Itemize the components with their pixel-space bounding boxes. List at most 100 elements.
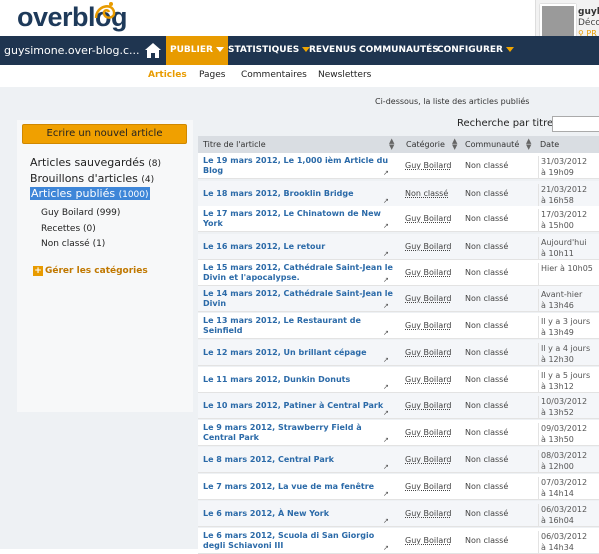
table-row[interactable]: Le 17 mars 2012, Le Chinatown de New Yor… <box>198 206 599 232</box>
article-date: 31/03/2012 à 19h09 <box>538 156 599 179</box>
article-title-link[interactable]: Le 19 mars 2012, Le 1,000 ièm Article du… <box>203 156 395 176</box>
table-row[interactable]: Le 9 mars 2012, Strawberry Field à Centr… <box>198 420 599 446</box>
table-row[interactable]: Le 8 mars 2012, Central Park ↗ Guy Boilard… <box>198 447 599 473</box>
sort-icon[interactable]: ▲ ▼ <box>452 138 457 151</box>
col-date[interactable]: Date <box>540 140 559 149</box>
table-row[interactable]: Le 15 mars 2012, Cathédrale Saint-Jean l… <box>198 260 599 286</box>
article-title-link[interactable]: Le 18 mars 2012, Brooklin Bridge <box>203 189 395 199</box>
tab-pages[interactable]: Pages <box>199 70 225 80</box>
article-title-link[interactable]: Le 6 mars 2012, Scuola di San Giorgio de… <box>203 531 395 551</box>
edit-marker-icon[interactable]: ↗ <box>383 329 389 337</box>
article-category[interactable]: Guy Boilard <box>405 161 452 170</box>
col-title[interactable]: Titre de l'article <box>203 140 266 149</box>
article-community: Non classé <box>465 242 509 251</box>
article-title-link[interactable]: Le 14 mars 2012, Cathédrale Saint-Jean l… <box>203 289 395 309</box>
sort-icon[interactable]: ▲ ▼ <box>526 138 531 151</box>
new-article-button[interactable]: Ecrire un nouvel article <box>22 124 187 144</box>
nav-revenus[interactable]: REVENUS <box>305 36 361 65</box>
article-title-link[interactable]: Le 7 mars 2012, La vue de ma fenêtre <box>203 482 395 492</box>
edit-marker-icon[interactable]: ↗ <box>383 383 389 391</box>
sidebar-item-saved[interactable]: Articles sauvegardés (8) <box>30 156 161 169</box>
article-category[interactable]: Guy Boilard <box>405 214 452 223</box>
tab-articles[interactable]: Articles <box>148 70 187 80</box>
logout-link[interactable]: Déco <box>578 18 599 28</box>
sort-icon[interactable]: ▲ ▼ <box>389 138 394 151</box>
edit-marker-icon[interactable]: ↗ <box>383 409 389 417</box>
col-community[interactable]: Communauté <box>465 140 519 149</box>
nav-communautes[interactable]: COMMUNAUTÉS <box>355 36 443 65</box>
tab-newsletters[interactable]: Newsletters <box>318 70 371 80</box>
category-recettes[interactable]: Recettes (0) <box>41 224 96 234</box>
home-icon[interactable] <box>144 42 162 59</box>
article-category[interactable]: Guy Boilard <box>405 321 452 330</box>
table-row[interactable]: Le 11 mars 2012, Dunkin Donuts ↗ Guy Boila… <box>198 367 599 393</box>
article-category[interactable]: Guy Boilard <box>405 455 452 464</box>
article-title-link[interactable]: Le 16 mars 2012, Le retour <box>203 242 395 252</box>
edit-marker-icon[interactable]: ↗ <box>383 169 389 177</box>
article-title-link[interactable]: Le 8 mars 2012, Central Park <box>203 455 395 465</box>
article-category[interactable]: Guy Boilard <box>405 401 452 410</box>
avatar[interactable] <box>540 4 576 40</box>
article-category[interactable]: Guy Boilard <box>405 536 452 545</box>
manage-categories-link[interactable]: Gérer les catégories <box>45 266 148 276</box>
sidebar-item-published[interactable]: Articles publiés (1000) <box>30 187 150 200</box>
user-name[interactable]: guybo <box>578 7 599 17</box>
article-date: 06/03/2012 à 16h04 <box>538 504 599 527</box>
edit-marker-icon[interactable]: ↗ <box>383 463 389 471</box>
tab-commentaires[interactable]: Commentaires <box>241 70 307 80</box>
article-category[interactable]: Guy Boilard <box>405 482 452 491</box>
table-row[interactable]: Le 14 mars 2012, Cathédrale Saint-Jean l… <box>198 286 599 312</box>
nav-statistiques[interactable]: STATISTIQUES <box>224 36 314 65</box>
edit-marker-icon[interactable]: ↗ <box>383 222 389 230</box>
table-row[interactable]: Le 12 mars 2012, Un brillant cépage ↗ Guy … <box>198 340 599 366</box>
col-category[interactable]: Catégorie <box>406 140 445 149</box>
article-date: Il y a 5 jours à 13h12 <box>538 370 599 393</box>
sub-nav: Articles Pages Commentaires Newsletters <box>0 65 599 87</box>
search-input[interactable] <box>552 116 599 132</box>
article-category[interactable]: Guy Boilard <box>405 294 452 303</box>
edit-marker-icon[interactable]: ↗ <box>383 356 389 364</box>
table-row[interactable]: Le 6 mars 2012, À New York ↗ Guy Boilard No… <box>198 501 599 527</box>
category-guy-boilard[interactable]: Guy Boilard (999) <box>41 208 120 218</box>
article-category[interactable]: Guy Boilard <box>405 242 452 251</box>
edit-marker-icon[interactable]: ↗ <box>383 544 389 552</box>
edit-marker-icon[interactable]: ↗ <box>383 436 389 444</box>
edit-marker-icon[interactable]: ↗ <box>383 197 389 205</box>
article-category[interactable]: Guy Boilard <box>405 509 452 518</box>
article-title-link[interactable]: Le 13 mars 2012, Le Restaurant de Seinfi… <box>203 316 395 336</box>
table-row[interactable]: Le 19 mars 2012, Le 1,000 ièm Article du… <box>198 153 599 179</box>
site-name[interactable]: guysimone.over-blog.c... <box>4 44 140 57</box>
edit-marker-icon[interactable]: ↗ <box>383 250 389 258</box>
nav-publier[interactable]: PUBLIER <box>166 36 228 65</box>
article-title-link[interactable]: Le 9 mars 2012, Strawberry Field à Centr… <box>203 423 395 443</box>
table-row[interactable]: Le 18 mars 2012, Brooklin Bridge ↗ Non cla… <box>198 181 599 207</box>
plus-icon[interactable]: + <box>33 266 43 276</box>
article-title-link[interactable]: Le 10 mars 2012, Patiner à Central Park <box>203 401 395 411</box>
article-community: Non classé <box>465 428 509 437</box>
article-category[interactable]: Guy Boilard <box>405 268 452 277</box>
article-title-link[interactable]: Le 17 mars 2012, Le Chinatown de New Yor… <box>203 209 395 229</box>
article-category[interactable]: Guy Boilard <box>405 348 452 357</box>
article-category[interactable]: Guy Boilard <box>405 428 452 437</box>
table-row[interactable]: Le 16 mars 2012, Le retour ↗ Guy Boilard No… <box>198 234 599 260</box>
article-category[interactable]: Non classé <box>405 189 448 198</box>
edit-marker-icon[interactable]: ↗ <box>383 302 389 310</box>
article-title-link[interactable]: Le 12 mars 2012, Un brillant cépage <box>203 348 395 358</box>
table-row[interactable]: Le 13 mars 2012, Le Restaurant de Seinfi… <box>198 313 599 339</box>
edit-marker-icon[interactable]: ↗ <box>383 517 389 525</box>
edit-marker-icon[interactable]: ↗ <box>383 276 389 284</box>
table-row[interactable]: Le 7 mars 2012, La vue de ma fenêtre ↗ Guy… <box>198 474 599 500</box>
table-row[interactable]: Le 10 mars 2012, Patiner à Central Park ↗… <box>198 393 599 419</box>
article-date: 06/03/2012 à 14h34 <box>538 531 599 554</box>
chevron-down-icon <box>215 47 224 52</box>
sidebar-item-drafts[interactable]: Brouillons d'articles (4) <box>30 172 154 185</box>
article-title-link[interactable]: Le 6 mars 2012, À New York <box>203 509 395 519</box>
article-category[interactable]: Guy Boilard <box>405 375 452 384</box>
article-title-link[interactable]: Le 15 mars 2012, Cathédrale Saint-Jean l… <box>203 263 395 283</box>
main-nav: guysimone.over-blog.c... PUBLIER STATIST… <box>0 36 599 65</box>
edit-marker-icon[interactable]: ↗ <box>383 490 389 498</box>
article-title-link[interactable]: Le 11 mars 2012, Dunkin Donuts <box>203 375 395 385</box>
nav-configurer[interactable]: CONFIGURER <box>433 36 518 65</box>
category-non-classe[interactable]: Non classé (1) <box>41 239 105 249</box>
table-row[interactable]: Le 6 mars 2012, Scuola di San Giorgio de… <box>198 528 599 554</box>
